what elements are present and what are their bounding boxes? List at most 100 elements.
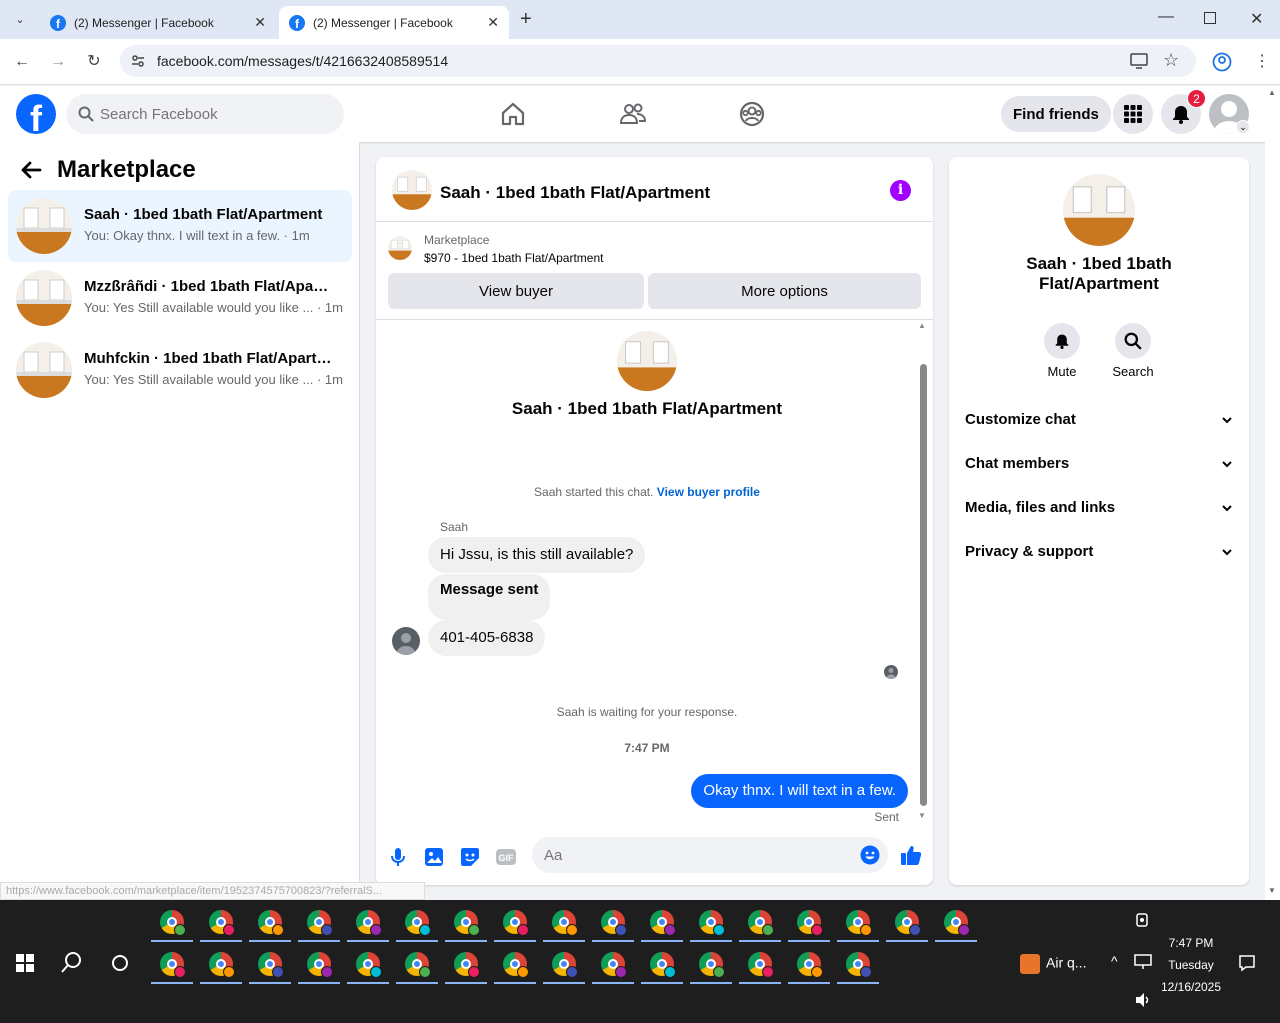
chrome-taskbar-icon[interactable] — [650, 910, 676, 936]
media-files-links-row[interactable]: Media, files and links — [965, 490, 1233, 526]
chrome-taskbar-icon[interactable] — [699, 910, 725, 936]
mute-button[interactable]: Mute — [1032, 323, 1092, 379]
incoming-message[interactable]: Hi Jssu, is this still available? — [428, 537, 646, 573]
more-options-button[interactable]: More options — [648, 273, 921, 309]
search-conversation-button[interactable]: Search — [1103, 323, 1163, 379]
install-app-icon[interactable] — [1130, 53, 1148, 69]
search-input[interactable] — [100, 94, 330, 134]
conversation-item[interactable]: Saah · 1bed 1bath Flat/Apartment You: Ok… — [8, 190, 352, 262]
groups-icon[interactable] — [738, 100, 766, 128]
message-input[interactable] — [532, 837, 888, 873]
chrome-taskbar-icon[interactable] — [748, 952, 774, 978]
meet-now-icon[interactable] — [1135, 912, 1149, 928]
search-icon[interactable] — [61, 951, 83, 973]
photo-icon[interactable] — [422, 845, 446, 869]
chrome-taskbar-icon[interactable] — [160, 910, 186, 936]
chrome-taskbar-icon[interactable] — [405, 910, 431, 936]
chrome-taskbar-icon[interactable] — [405, 952, 431, 978]
window-close-icon[interactable]: ✕ — [1250, 9, 1263, 29]
friends-icon[interactable] — [619, 100, 647, 128]
chrome-taskbar-icon[interactable] — [846, 952, 872, 978]
forward-icon[interactable]: → — [48, 52, 68, 72]
chrome-taskbar-icon[interactable] — [356, 952, 382, 978]
windows-start-icon[interactable] — [16, 954, 34, 972]
scroll-up-icon[interactable]: ▲ — [1268, 88, 1276, 97]
info-icon[interactable]: i — [890, 180, 911, 201]
task-view-icon[interactable] — [111, 954, 129, 972]
browser-tab-2[interactable]: f (2) Messenger | Facebook ✕ — [279, 6, 509, 39]
browser-menu-icon[interactable]: ⋮ — [1254, 51, 1270, 71]
chrome-taskbar-icon[interactable] — [454, 910, 480, 936]
reload-icon[interactable]: ↻ — [84, 52, 104, 72]
incoming-message[interactable]: 401-405-6838 — [428, 620, 546, 656]
conversation-item[interactable]: Muhfckin · 1bed 1bath Flat/Apartm... You… — [8, 334, 352, 406]
chrome-taskbar-icon[interactable] — [601, 910, 627, 936]
chrome-taskbar-icon[interactable] — [895, 910, 921, 936]
weather-widget[interactable]: Air q... — [1020, 954, 1086, 974]
chrome-taskbar-icon[interactable] — [503, 910, 529, 936]
scroll-up-icon[interactable]: ▲ — [918, 321, 926, 330]
scroll-down-icon[interactable]: ▼ — [1268, 886, 1276, 895]
sender-avatar[interactable] — [392, 627, 420, 655]
volume-icon[interactable] — [1134, 992, 1152, 1008]
page-scrollbar[interactable]: ▲ ▼ — [1265, 86, 1280, 900]
tray-chevron-icon[interactable]: ^ — [1111, 953, 1118, 969]
tab-close-icon[interactable]: ✕ — [254, 14, 266, 31]
restore-icon[interactable] — [1204, 12, 1216, 24]
thumbs-up-icon[interactable] — [899, 843, 923, 867]
scroll-down-icon[interactable]: ▼ — [918, 811, 926, 820]
chrome-taskbar-icon[interactable] — [944, 910, 970, 936]
chat-members-row[interactable]: Chat members — [965, 446, 1233, 482]
chrome-taskbar-icon[interactable] — [209, 952, 235, 978]
facebook-logo[interactable]: f — [16, 94, 56, 134]
microphone-icon[interactable] — [386, 845, 410, 869]
conversation-item[interactable]: Mzzßrâñdi · 1bed 1bath Flat/Apart... You… — [8, 262, 352, 334]
thread-scroll-thumb[interactable] — [920, 364, 927, 806]
chrome-taskbar-icon[interactable] — [699, 952, 725, 978]
chrome-taskbar-icon[interactable] — [503, 952, 529, 978]
chrome-taskbar-icon[interactable] — [601, 952, 627, 978]
bookmark-star-icon[interactable]: ☆ — [1163, 50, 1179, 71]
chat-title[interactable]: Saah · 1bed 1bath Flat/Apartment — [440, 183, 710, 203]
tab-search-dropdown[interactable]: ⌄ — [8, 8, 32, 32]
privacy-support-row[interactable]: Privacy & support — [965, 534, 1233, 570]
site-info-icon[interactable] — [130, 53, 146, 69]
chrome-taskbar-icon[interactable] — [258, 910, 284, 936]
menu-grid-button[interactable] — [1113, 94, 1153, 134]
chrome-taskbar-icon[interactable] — [356, 910, 382, 936]
chrome-taskbar-icon[interactable] — [797, 910, 823, 936]
new-tab-icon[interactable]: + — [520, 8, 532, 31]
chrome-taskbar-icon[interactable] — [209, 910, 235, 936]
chrome-taskbar-icon[interactable] — [160, 952, 186, 978]
sticker-icon[interactable] — [458, 845, 482, 869]
chrome-taskbar-icon[interactable] — [258, 952, 284, 978]
chrome-taskbar-icon[interactable] — [650, 952, 676, 978]
find-friends-button[interactable]: Find friends — [1001, 96, 1111, 132]
account-chevron-icon[interactable]: ⌄ — [1236, 120, 1250, 134]
chrome-taskbar-icon[interactable] — [307, 952, 333, 978]
chrome-taskbar-icon[interactable] — [846, 910, 872, 936]
view-buyer-button[interactable]: View buyer — [388, 273, 644, 309]
back-icon[interactable]: ← — [12, 52, 32, 72]
chrome-taskbar-icon[interactable] — [552, 952, 578, 978]
minimize-icon[interactable]: — — [1158, 8, 1174, 26]
chrome-taskbar-icon[interactable] — [307, 910, 333, 936]
chrome-taskbar-icon[interactable] — [797, 952, 823, 978]
search-box[interactable] — [66, 94, 344, 134]
emoji-icon[interactable] — [860, 845, 880, 865]
network-icon[interactable] — [1134, 954, 1152, 970]
gif-icon[interactable]: GIF — [494, 845, 518, 869]
listing-thumbnail[interactable] — [388, 236, 412, 260]
tab-close-icon[interactable]: ✕ — [487, 14, 499, 31]
home-icon[interactable] — [499, 100, 527, 128]
incoming-message[interactable]: Message sent — [428, 574, 551, 620]
system-clock[interactable]: 7:47 PM Tuesday 12/16/2025 — [1158, 932, 1224, 998]
view-buyer-profile-link[interactable]: View buyer profile — [657, 485, 760, 499]
url-field[interactable]: facebook.com/messages/t/4216632408589514… — [120, 45, 1196, 77]
browser-tab-1[interactable]: f (2) Messenger | Facebook ✕ — [40, 6, 276, 39]
chrome-taskbar-icon[interactable] — [552, 910, 578, 936]
listing-title[interactable]: $970 - 1bed 1bath Flat/Apartment — [424, 251, 603, 265]
chrome-taskbar-icon[interactable] — [454, 952, 480, 978]
profile-icon[interactable] — [1212, 52, 1232, 72]
chrome-taskbar-icon[interactable] — [748, 910, 774, 936]
